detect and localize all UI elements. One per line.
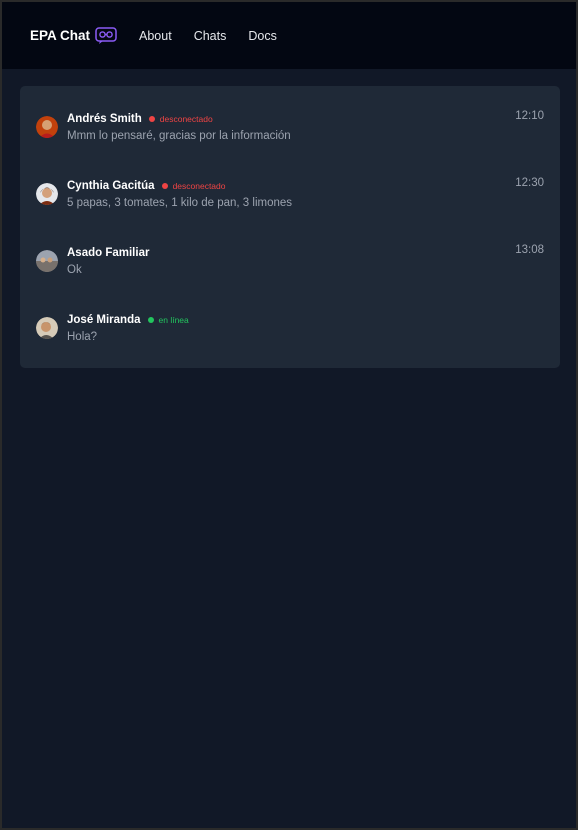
- brand-name: EPA Chat: [30, 28, 91, 43]
- status-text: desconectado: [172, 181, 226, 191]
- chat-body: José Miranda en línea Hola?: [67, 312, 560, 343]
- message-time: 12:10: [515, 110, 544, 122]
- chat-body: Cynthia Gacitúa desconectado 5 papas, 3 …: [67, 178, 560, 209]
- chat-row-cynthia-gacitua[interactable]: Cynthia Gacitúa desconectado 5 papas, 3 …: [20, 160, 560, 227]
- status-badge: desconectado: [148, 114, 213, 124]
- nav-link-docs[interactable]: Docs: [248, 29, 276, 43]
- chat-header: José Miranda en línea: [67, 312, 560, 328]
- status-badge: desconectado: [161, 181, 226, 191]
- glasses-chat-icon: [95, 26, 117, 44]
- nav-link-about[interactable]: About: [139, 29, 172, 43]
- chat-body: Andrés Smith desconectado Mmm lo pensaré…: [67, 111, 560, 142]
- status-text: desconectado: [159, 114, 213, 124]
- status-text: en línea: [158, 315, 189, 325]
- contact-name: Cynthia Gacitúa: [67, 180, 155, 192]
- status-dot-icon: [147, 317, 154, 323]
- message-time: 12:30: [515, 177, 544, 189]
- last-message: Ok: [67, 264, 82, 276]
- avatar: [36, 316, 58, 339]
- chat-header: Asado Familiar: [67, 245, 560, 261]
- last-message: Hola?: [67, 331, 98, 343]
- last-message: Mmm lo pensaré, gracias por la informaci…: [67, 130, 291, 142]
- chat-row-jose-miranda[interactable]: José Miranda en línea Hola?: [20, 294, 560, 361]
- last-message: 5 papas, 3 tomates, 1 kilo de pan, 3 lim…: [67, 197, 293, 209]
- brand[interactable]: EPA Chat: [30, 26, 117, 45]
- avatar: [36, 182, 58, 205]
- chat-body: Asado Familiar Ok: [67, 245, 560, 276]
- navbar: EPA Chat About Chats Docs: [2, 2, 576, 69]
- avatar: [36, 115, 58, 138]
- message-time: 13:08: [515, 244, 544, 256]
- app-window: EPA Chat About Chats Docs Andrés Smith d…: [2, 2, 576, 828]
- nav-link-chats[interactable]: Chats: [194, 29, 227, 43]
- chat-row-andres-smith[interactable]: Andrés Smith desconectado Mmm lo pensaré…: [20, 93, 560, 160]
- status-dot-icon: [161, 183, 168, 189]
- status-dot-icon: [148, 116, 155, 122]
- avatar: [36, 249, 58, 272]
- chat-row-asado-familiar[interactable]: Asado Familiar Ok 13:08: [20, 227, 560, 294]
- contact-name: Andrés Smith: [67, 113, 142, 125]
- chat-header: Cynthia Gacitúa desconectado: [67, 178, 560, 194]
- contact-name: Asado Familiar: [67, 247, 150, 259]
- chat-list: Andrés Smith desconectado Mmm lo pensaré…: [20, 86, 560, 368]
- chat-header: Andrés Smith desconectado: [67, 111, 560, 127]
- contact-name: José Miranda: [67, 314, 141, 326]
- status-badge: en línea: [147, 315, 189, 325]
